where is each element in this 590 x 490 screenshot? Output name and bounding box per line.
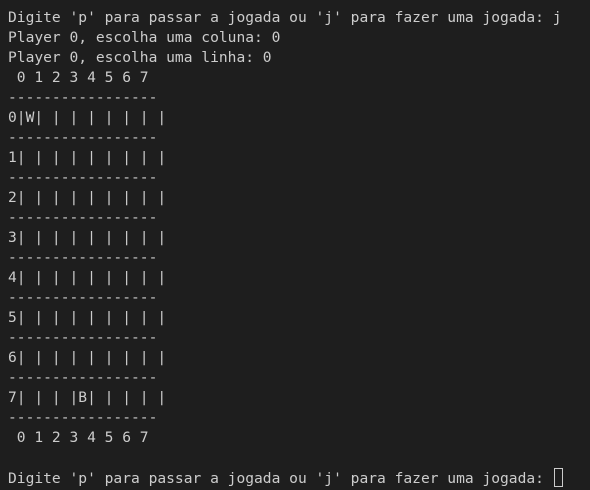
terminal-line: Player 0, escolha uma linha: 0 bbox=[8, 49, 272, 66]
board-row-3: 3| | | | | | | | | bbox=[8, 229, 167, 246]
board-row-2: 2| | | | | | | | | bbox=[8, 189, 167, 206]
board-separator: ----------------- bbox=[8, 89, 158, 106]
text-cursor[interactable] bbox=[553, 468, 563, 487]
board-column-footer: 0 1 2 3 4 5 6 7 bbox=[8, 429, 149, 446]
board-separator: ----------------- bbox=[8, 409, 158, 426]
board-row-0: 0|W| | | | | | | | bbox=[8, 109, 167, 126]
input-prompt: Digite 'p' para passar a jogada ou 'j' p… bbox=[8, 470, 553, 487]
terminal-line: Digite 'p' para passar a jogada ou 'j' p… bbox=[8, 9, 562, 26]
board-row-7: 7| | | |B| | | | | bbox=[8, 389, 167, 406]
board-separator: ----------------- bbox=[8, 369, 158, 386]
board-separator: ----------------- bbox=[8, 329, 158, 346]
input-prompt-row[interactable]: Digite 'p' para passar a jogada ou 'j' p… bbox=[8, 468, 590, 488]
terminal-line: Player 0, escolha uma coluna: 0 bbox=[8, 29, 281, 46]
terminal-window[interactable]: Digite 'p' para passar a jogada ou 'j' p… bbox=[0, 0, 590, 490]
board-row-6: 6| | | | | | | | | bbox=[8, 349, 167, 366]
board-separator: ----------------- bbox=[8, 209, 158, 226]
board-separator: ----------------- bbox=[8, 249, 158, 266]
board-row-1: 1| | | | | | | | | bbox=[8, 149, 167, 166]
board-row-5: 5| | | | | | | | | bbox=[8, 309, 167, 326]
board-row-4: 4| | | | | | | | | bbox=[8, 269, 167, 286]
board-separator: ----------------- bbox=[8, 129, 158, 146]
board-separator: ----------------- bbox=[8, 169, 158, 186]
board-column-header: 0 1 2 3 4 5 6 7 bbox=[8, 69, 149, 86]
board-separator: ----------------- bbox=[8, 289, 158, 306]
